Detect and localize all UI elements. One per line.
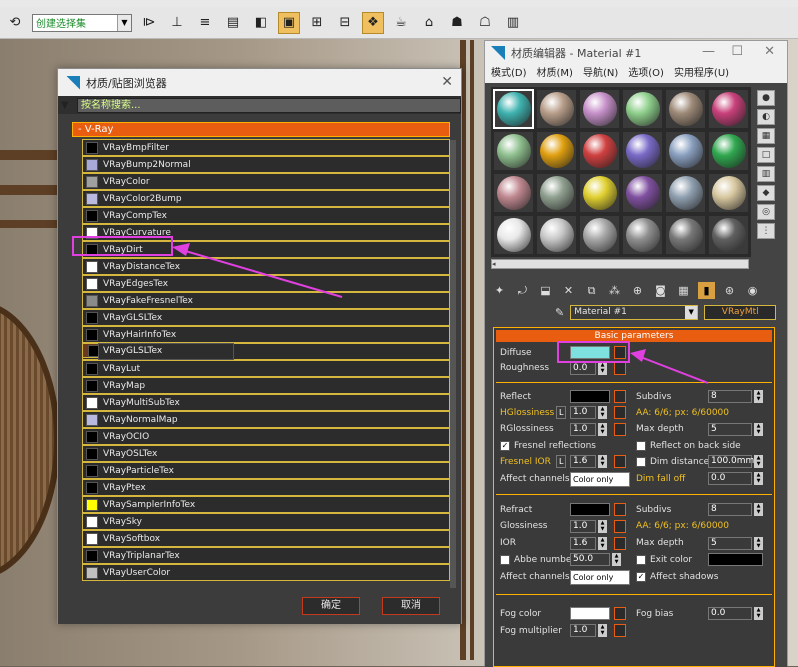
annotation-arrow-line [637, 355, 709, 384]
annotation-arrowhead [630, 349, 646, 362]
annotation-arrows [172, 243, 709, 384]
annotation-arrowhead [172, 243, 190, 256]
annotation-arrow-line [181, 249, 343, 298]
